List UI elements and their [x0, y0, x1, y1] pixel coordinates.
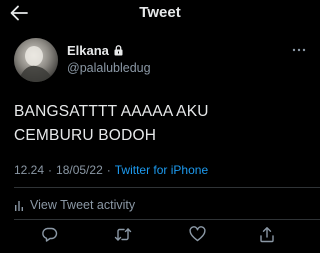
meta-separator: ·: [48, 163, 53, 177]
tweet-actions: [0, 225, 320, 247]
username-handle[interactable]: @palalubledug: [67, 61, 151, 75]
tweet-source-link[interactable]: Twitter for iPhone: [115, 163, 208, 177]
more-dots-icon: [292, 48, 306, 52]
like-button[interactable]: [188, 225, 206, 243]
divider: [14, 219, 320, 220]
page-title: Tweet: [139, 4, 181, 21]
bar-chart-icon: [15, 200, 23, 211]
retweet-icon: [114, 227, 132, 241]
tweet-time: 12.24: [14, 163, 45, 177]
top-bar: Tweet: [0, 0, 320, 28]
lock-icon: [113, 45, 124, 56]
avatar-image: [14, 38, 58, 82]
author-name-row: Elkana: [67, 43, 124, 58]
view-activity-link[interactable]: View Tweet activity: [14, 198, 135, 212]
display-name[interactable]: Elkana: [67, 43, 109, 58]
heart-icon: [188, 226, 206, 242]
reply-button[interactable]: [40, 225, 58, 243]
more-options-button[interactable]: [292, 46, 306, 54]
tweet-text: BANGSATTTT AAAAA AKU CEMBURU BODOH: [14, 103, 209, 144]
share-button[interactable]: [258, 225, 276, 243]
divider: [14, 187, 320, 188]
retweet-button[interactable]: [114, 225, 132, 243]
reply-icon: [41, 227, 57, 242]
tweet-metadata: 12.24 · 18/05/22 · Twitter for iPhone: [14, 163, 208, 177]
avatar[interactable]: [14, 38, 58, 82]
share-icon: [260, 226, 274, 242]
activity-label: View Tweet activity: [30, 198, 136, 212]
tweet-date: 18/05/22: [56, 163, 103, 177]
meta-separator: ·: [106, 163, 111, 177]
